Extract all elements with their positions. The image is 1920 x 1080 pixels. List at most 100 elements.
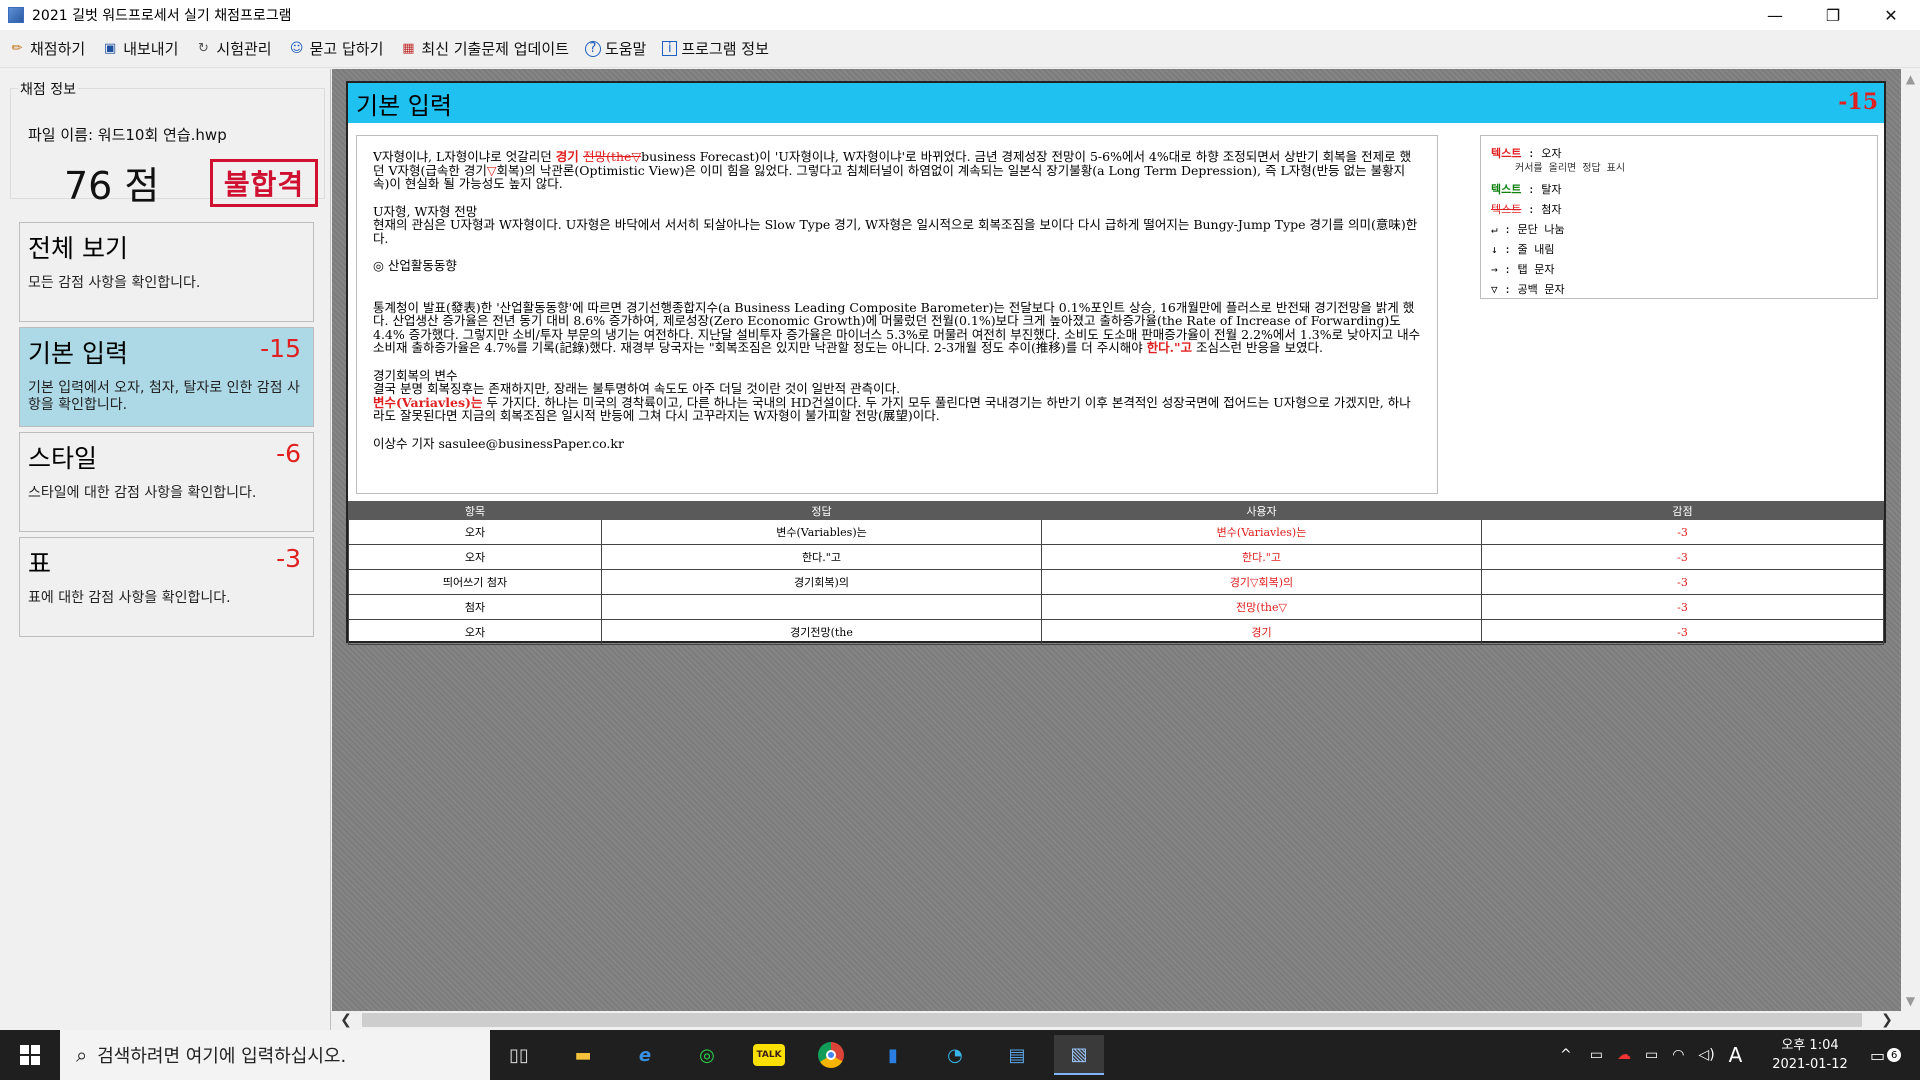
category-desc: 기본 입력에서 오자, 첨자, 탈자로 인한 감점 사항을 확인합니다.: [28, 380, 300, 413]
table-row[interactable]: 띄어쓰기 첨자 경기회복)의 경기▽회복)의 -3: [348, 569, 1884, 595]
category-name: 스타일: [28, 444, 98, 473]
people-icon: ☺: [289, 41, 304, 56]
menu-label: 프로그램 정보: [681, 40, 769, 58]
menu-help[interactable]: ? 도움말: [584, 38, 647, 59]
menu-label: 최신 기출문제 업데이트: [421, 40, 569, 58]
pencil-icon: ✏: [11, 41, 23, 56]
panel-title: 기본 입력: [356, 91, 452, 120]
table-header: 항목 정답 사용자 감점: [348, 501, 1884, 520]
phone-icon[interactable]: ▮: [868, 1035, 918, 1075]
document-viewer[interactable]: 기본 입력 -15 V자형이냐, L자형이냐로 엇갈리던 경기 전망(the▽b…: [332, 69, 1901, 1011]
panel-points: -15: [1838, 89, 1878, 115]
legend-linebreak: ↓ : 줄 내림: [1491, 243, 1555, 256]
scroll-down-icon[interactable]: ▼: [1901, 991, 1920, 1011]
taskbar: ⌕ 검색하려면 여기에 입력하십시오. ▯▯ ▬ e ◎ TALK ▮ ◔ ▤ …: [0, 1030, 1920, 1080]
ime-indicator[interactable]: A: [1729, 1043, 1743, 1067]
edge-icon[interactable]: ◔: [930, 1035, 980, 1075]
naver-whale-icon[interactable]: ◎: [682, 1035, 732, 1075]
col-answer: 정답: [601, 501, 1042, 520]
title-bar: 2021 길벗 워드프로세서 실기 채점프로그램 — ❐ ✕: [0, 0, 1920, 30]
kakaotalk-icon[interactable]: TALK: [744, 1035, 794, 1075]
category-desc: 스타일에 대한 감점 사항을 확인합니다.: [28, 485, 257, 501]
grading-app-icon[interactable]: ▧: [1054, 1035, 1104, 1075]
maximize-button[interactable]: ❐: [1804, 0, 1862, 30]
byline: 이상수 기자 sasulee@businessPaper.co.kr: [373, 435, 624, 451]
taskbar-search[interactable]: ⌕ 검색하려면 여기에 입력하십시오.: [60, 1030, 490, 1080]
gift-icon: ▦: [402, 41, 415, 56]
wifi-icon[interactable]: ◠: [1672, 1047, 1684, 1063]
menu-bar: ✏ 채점하기 ▣ 내보내기 ↻ 시험관리 ☺ 묻고 답하기 ▦ 최신 기출문제 …: [0, 30, 1920, 68]
legend-missing: 텍스트 : 탈자: [1491, 183, 1562, 196]
horizontal-scrollbar[interactable]: ❮ ❯: [332, 1011, 1901, 1029]
col-item: 항목: [348, 501, 602, 520]
table-row[interactable]: 첨자 전망(the▽ -3: [348, 594, 1884, 620]
info-legend: 채점 정보: [18, 79, 78, 99]
category-points: -6: [276, 439, 301, 468]
camera-icon[interactable]: ▭: [1590, 1047, 1603, 1063]
paragraph-heading: U자형, W자형 전망: [373, 203, 478, 219]
legend-typo-hint: 커서를 올리면 정답 표시: [1515, 163, 1626, 174]
table-row[interactable]: 오자 경기전망(the 경기 -3: [348, 619, 1884, 645]
close-button[interactable]: ✕: [1862, 0, 1920, 30]
category-points: -15: [260, 334, 301, 363]
ie-icon[interactable]: e: [620, 1035, 670, 1075]
scroll-thumb[interactable]: [362, 1013, 1862, 1027]
paragraph: 현재의 관심은 U자형과 W자형이다. U자형은 바닥에서 서서히 되살아나는 …: [373, 217, 1418, 246]
menu-about[interactable]: i 프로그램 정보: [662, 38, 769, 59]
menu-grade[interactable]: ✏ 채점하기: [8, 38, 86, 59]
chevron-up-icon[interactable]: ^: [1560, 1047, 1572, 1063]
vertical-scrollbar[interactable]: ▲ ▼: [1901, 69, 1920, 1011]
legend-box: 텍스트 : 오자 커서를 올리면 정답 표시 텍스트 : 탈자 텍스트 : 첨자…: [1480, 135, 1878, 299]
scroll-right-icon[interactable]: ❯: [1877, 1011, 1897, 1029]
typo-mark[interactable]: 한다."고: [1147, 340, 1192, 355]
sidebar: 채점 정보 파일 이름: 워드10회 연습.hwp 76 점 불합격 전체 보기…: [0, 69, 331, 1033]
menu-export[interactable]: ▣ 내보내기: [101, 38, 178, 59]
fail-stamp: 불합격: [210, 159, 318, 207]
start-button[interactable]: [0, 1030, 60, 1080]
app-book-icon[interactable]: ▤: [992, 1035, 1042, 1075]
category-basic-input[interactable]: 기본 입력 -15 기본 입력에서 오자, 첨자, 탈자로 인한 감점 사항을 …: [19, 327, 314, 427]
legend-paragraph: ↵ : 문단 나눔: [1491, 223, 1565, 236]
category-style[interactable]: 스타일 -6 스타일에 대한 감점 사항을 확인합니다.: [19, 432, 314, 532]
info-icon: i: [662, 41, 678, 56]
category-name: 전체 보기: [28, 234, 128, 263]
menu-label: 내보내기: [123, 40, 179, 58]
legend-extra: 텍스트 : 첨자: [1491, 203, 1562, 216]
paragraph: 통계청이 발표(發表)한 '산업활동동향'에 따르면 경기선행종합지수(a Bu…: [373, 299, 1421, 355]
chrome-icon[interactable]: [806, 1035, 856, 1075]
category-name: 기본 입력: [28, 339, 128, 368]
document-text: V자형이냐, L자형이냐로 엇갈리던 경기 전망(the▽business Fo…: [356, 135, 1438, 494]
scroll-left-icon[interactable]: ❮: [336, 1011, 356, 1029]
legend-tab: → : 탭 문자: [1491, 263, 1555, 276]
battery-icon[interactable]: ▭: [1645, 1047, 1658, 1063]
refresh-icon: ↻: [197, 41, 209, 56]
category-name: 표: [28, 549, 52, 578]
menu-update[interactable]: ▦ 최신 기출문제 업데이트: [399, 38, 569, 59]
onedrive-icon[interactable]: ☁: [1617, 1047, 1631, 1063]
section-heading: ◎ 산업활동동향: [373, 258, 457, 273]
table-row[interactable]: 오자 변수(Variables)는 변수(Variavles)는 -3: [348, 519, 1884, 545]
total-score: 76 점: [64, 164, 160, 208]
scroll-up-icon[interactable]: ▲: [1901, 69, 1920, 89]
table-row[interactable]: 오자 한다."고 한다."고 -3: [348, 544, 1884, 570]
app-icon: [8, 7, 24, 23]
deduction-table: 항목 정답 사용자 감점 오자 변수(Variables)는 변수(Variav…: [348, 501, 1884, 645]
file-explorer-icon[interactable]: ▬: [558, 1035, 608, 1075]
search-placeholder: 검색하려면 여기에 입력하십시오.: [97, 1046, 347, 1067]
menu-label: 도움말: [604, 40, 647, 58]
windows-icon: [20, 1045, 40, 1065]
help-icon: ?: [584, 40, 601, 57]
search-icon: ⌕: [76, 1043, 88, 1067]
notification-icon: ▭: [1870, 1045, 1886, 1065]
col-user: 사용자: [1041, 501, 1482, 520]
notification-button[interactable]: ▭ 6: [1870, 1030, 1902, 1080]
task-view-icon[interactable]: ▯▯: [494, 1035, 544, 1075]
category-table[interactable]: 표 -3 표에 대한 감점 사항을 확인합니다.: [19, 537, 314, 637]
menu-exam-manage[interactable]: ↻ 시험관리: [194, 38, 272, 59]
volume-icon[interactable]: ◁): [1698, 1047, 1714, 1063]
category-all[interactable]: 전체 보기 모든 감점 사항을 확인합니다.: [19, 222, 314, 322]
minimize-button[interactable]: —: [1746, 0, 1804, 30]
menu-label: 시험관리: [216, 40, 272, 58]
menu-qna[interactable]: ☺ 묻고 답하기: [288, 38, 384, 59]
clock[interactable]: 오후 1:04 2021-01-12: [1760, 1036, 1860, 1074]
